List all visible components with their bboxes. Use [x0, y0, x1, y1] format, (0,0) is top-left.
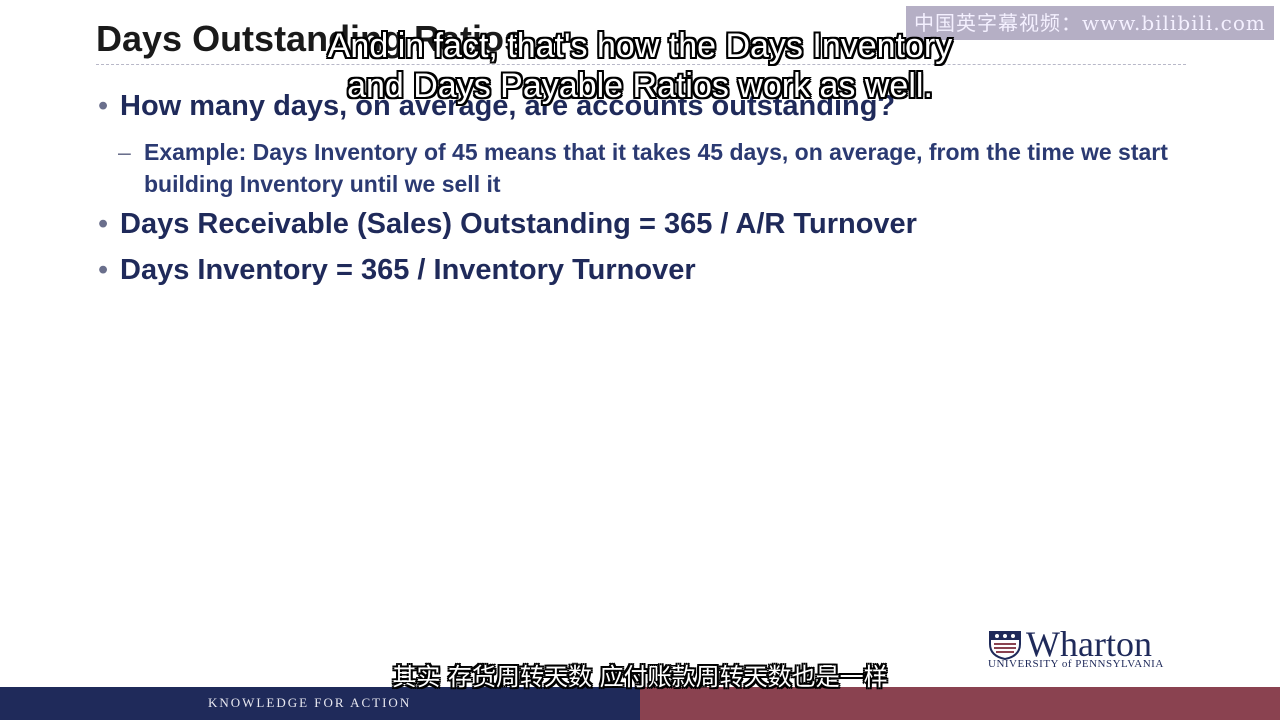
sub-bullet-marker: – — [118, 139, 131, 165]
penn-shield-icon — [989, 631, 1021, 660]
bullet-3: • Days Inventory = 365 / Inventory Turno… — [98, 254, 696, 287]
english-subtitle: And in fact, that's how the Days Invento… — [0, 26, 1280, 106]
bullet-marker: • — [98, 208, 109, 240]
sub-bullet-text: Example: Days Inventory of 45 means that… — [144, 139, 1168, 197]
chinese-subtitle: 其实 存货周转天数 应付账款周转天数也是一样 — [392, 663, 888, 691]
bullet-2-text: Days Receivable (Sales) Outstanding = 36… — [120, 208, 917, 240]
bullet-3-text: Days Inventory = 365 / Inventory Turnove… — [120, 254, 696, 286]
sub-bullet-example: – Example: Days Inventory of 45 means th… — [118, 136, 1174, 200]
english-subtitle-line-2: and Days Payable Ratios work as well. — [347, 67, 933, 105]
bullet-2: • Days Receivable (Sales) Outstanding = … — [98, 208, 917, 241]
bullet-marker: • — [98, 254, 109, 286]
english-subtitle-line-1: And in fact, that's how the Days Invento… — [327, 27, 953, 65]
footer-tagline: KNOWLEDGE FOR ACTION — [208, 695, 412, 710]
slide: Days Outstanding Ratios • How many days,… — [0, 0, 1280, 720]
